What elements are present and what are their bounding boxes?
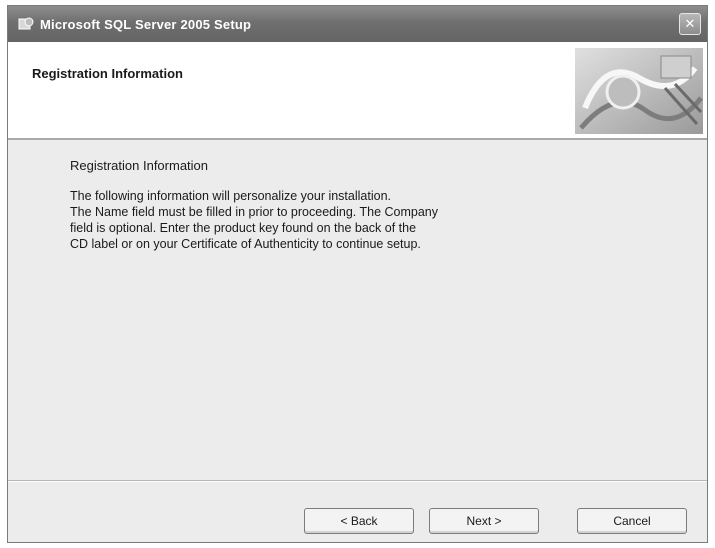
- wizard-content: Registration Information The following i…: [8, 140, 707, 480]
- setup-wizard-window: Microsoft SQL Server 2005 Setup ✕ Regist…: [7, 5, 708, 543]
- close-icon: ✕: [684, 16, 696, 31]
- setup-banner-graphic: [575, 48, 703, 134]
- title-bar[interactable]: Microsoft SQL Server 2005 Setup ✕: [8, 6, 707, 42]
- back-button[interactable]: < Back: [304, 508, 414, 534]
- description: The following information will personali…: [70, 188, 490, 252]
- description-line: The following information will personali…: [70, 189, 391, 203]
- description-line: CD label or on your Certificate of Authe…: [70, 237, 421, 251]
- installer-icon: [18, 16, 34, 32]
- window-title: Microsoft SQL Server 2005 Setup: [40, 16, 252, 32]
- section-title: Registration Information: [70, 158, 209, 173]
- next-button[interactable]: Next >: [429, 508, 539, 534]
- description-line: field is optional. Enter the product key…: [70, 221, 417, 235]
- description-line: The Name field must be filled in prior t…: [70, 205, 439, 219]
- wizard-header: Registration Information: [8, 42, 707, 140]
- cancel-button[interactable]: Cancel: [577, 508, 687, 534]
- footer-separator: [8, 480, 707, 482]
- header-title: Registration Information: [32, 66, 183, 81]
- close-button[interactable]: ✕: [679, 13, 701, 35]
